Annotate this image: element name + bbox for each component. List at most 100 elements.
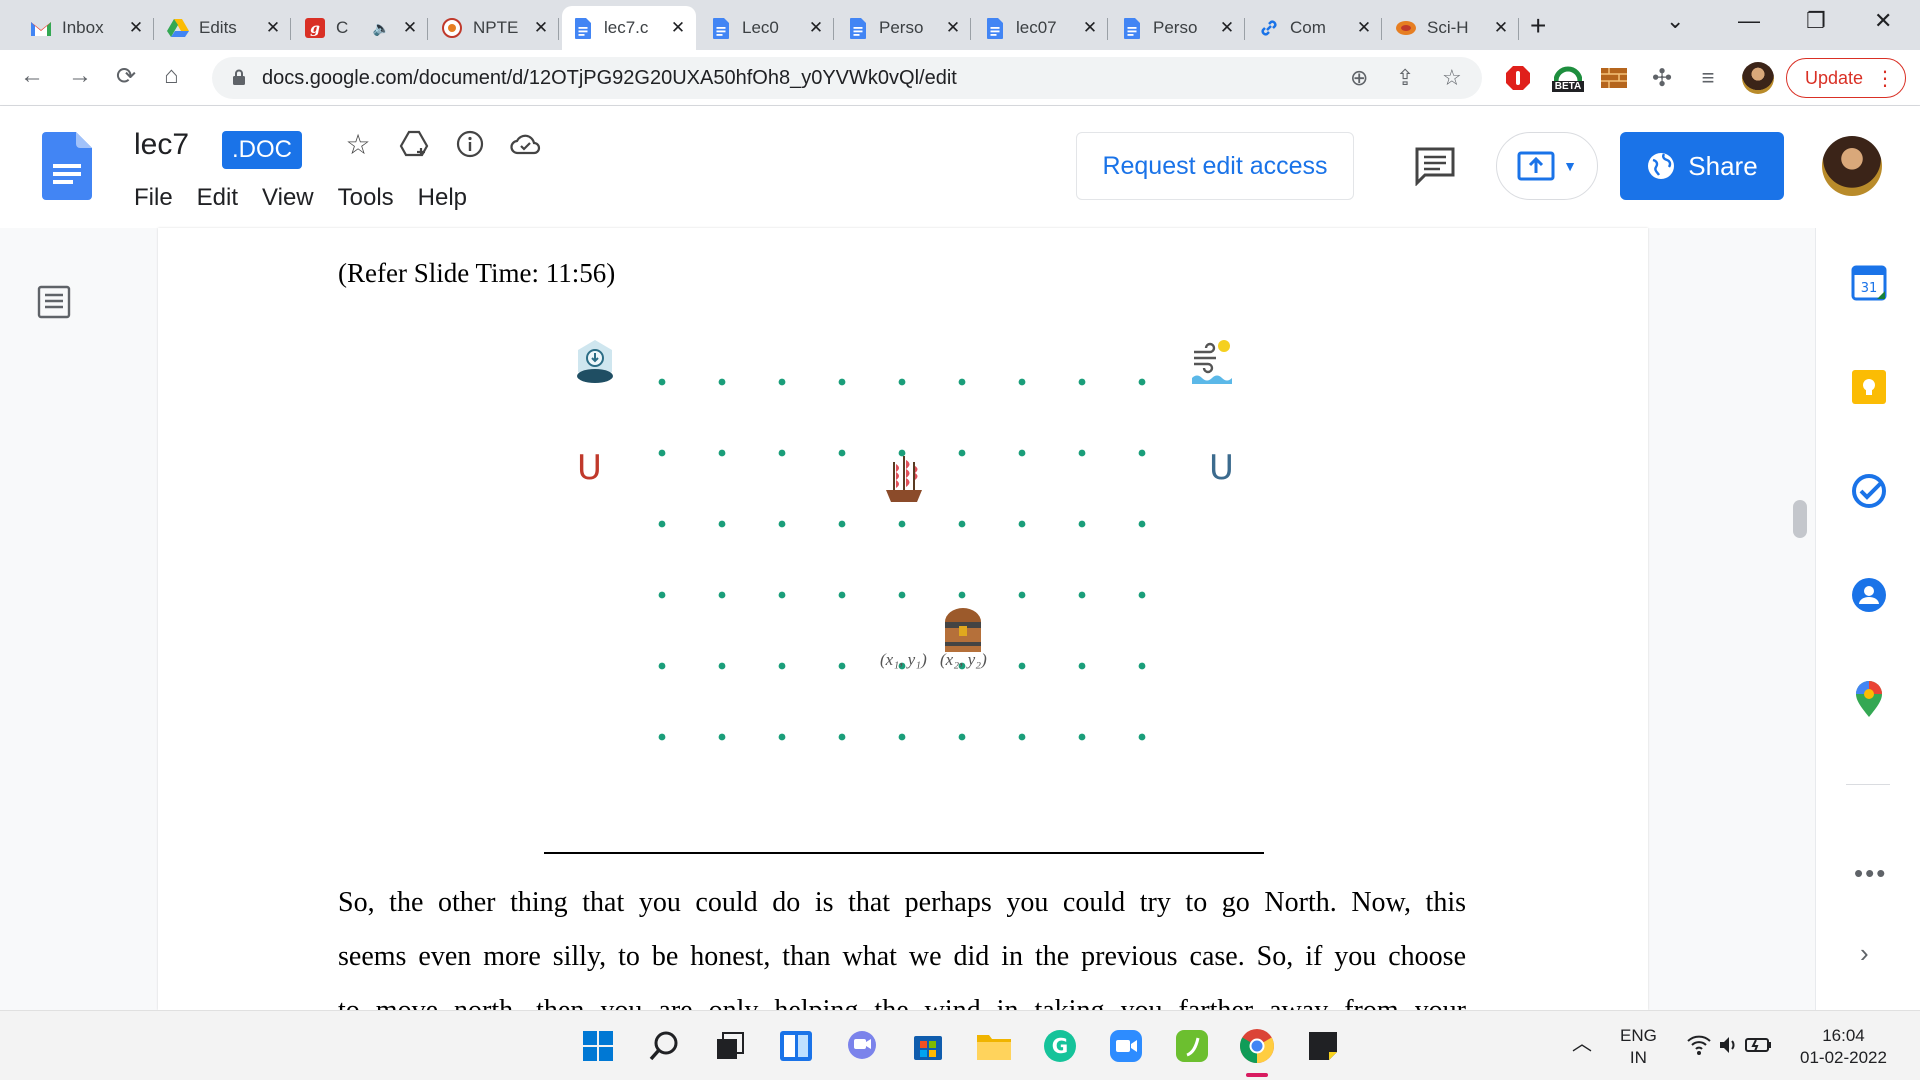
tab-title: lec7.c (604, 18, 649, 37)
request-edit-access-button[interactable]: Request edit access (1076, 132, 1354, 200)
tab-close-icon[interactable]: ✕ (806, 18, 826, 38)
share-page-icon[interactable]: ⇪ (1396, 65, 1414, 91)
grammarly-icon[interactable]: G (1042, 1028, 1078, 1064)
restore-icon[interactable]: ❐ (1806, 8, 1826, 34)
maps-icon[interactable] (1850, 680, 1888, 718)
tab-close-icon[interactable]: ✕ (531, 18, 551, 38)
language-indicator[interactable]: ENG IN (1620, 1025, 1657, 1069)
zoom-app-icon[interactable] (1108, 1028, 1144, 1064)
browser-tab-3[interactable]: g C 🔈 ✕ (294, 6, 428, 50)
home-icon[interactable]: ⌂ (164, 62, 179, 90)
menu-edit[interactable]: Edit (197, 184, 238, 212)
grid-dot (838, 520, 846, 528)
teams-chat-icon[interactable] (844, 1028, 880, 1064)
vertical-scrollbar-thumb[interactable] (1793, 500, 1807, 538)
paragraph-body[interactable]: So, the other thing that you could do is… (338, 876, 1466, 984)
browser-tab-7[interactable]: Perso ✕ (837, 6, 971, 50)
tab-close-icon[interactable]: ✕ (126, 18, 146, 38)
browser-tab-10[interactable]: Com ✕ (1248, 6, 1382, 50)
tab-close-icon[interactable]: ✕ (1354, 18, 1374, 38)
tab-close-icon[interactable]: ✕ (943, 18, 963, 38)
tasks-icon[interactable] (1850, 472, 1888, 510)
update-button[interactable]: Update ⋮ (1786, 58, 1906, 98)
menu-view[interactable]: View (262, 184, 314, 212)
cloud-status-icon[interactable] (510, 128, 542, 160)
account-avatar[interactable] (1822, 136, 1882, 196)
browser-tab-6[interactable]: Lec0 ✕ (700, 6, 834, 50)
menu-file[interactable]: File (134, 184, 173, 212)
reload-icon[interactable]: ⟳ (116, 62, 136, 91)
tab-separator (558, 18, 559, 40)
grid-dot (778, 591, 786, 599)
task-view-icon[interactable] (712, 1028, 748, 1064)
share-button[interactable]: Share (1620, 132, 1784, 200)
tab-audio-icon[interactable]: 🔈 (373, 20, 390, 37)
contacts-icon[interactable] (1850, 576, 1888, 614)
present-button[interactable]: ▼ (1496, 132, 1598, 200)
brick-extension-icon[interactable] (1598, 62, 1630, 94)
browser-tab-9[interactable]: Perso ✕ (1111, 6, 1245, 50)
document-page[interactable]: (Refer Slide Time: 11:56) U U (x₁, y₁) (… (158, 228, 1648, 1010)
new-tab-button[interactable]: + (1530, 10, 1546, 42)
browser-tab-4[interactable]: NPTE ✕ (431, 6, 559, 50)
more-addons-icon[interactable]: ••• (1854, 858, 1887, 889)
keep-icon[interactable] (1850, 368, 1888, 406)
tab-title: lec07 (1016, 18, 1057, 37)
google-docs-logo-icon[interactable] (42, 132, 92, 200)
document-canvas[interactable]: (Refer Slide Time: 11:56) U U (x₁, y₁) (… (0, 228, 1815, 1010)
side-panel: 31 ••• › (1815, 228, 1920, 1010)
expand-panel-chevron-icon[interactable]: › (1860, 938, 1869, 969)
document-title[interactable]: lec7 (134, 128, 189, 162)
search-icon[interactable] (646, 1028, 682, 1064)
bookmark-star-icon[interactable]: ☆ (1442, 65, 1462, 91)
document-outline-icon[interactable] (36, 284, 72, 320)
tab-close-icon[interactable]: ✕ (1217, 18, 1237, 38)
browser-tab-11[interactable]: Sci-H ✕ (1385, 6, 1519, 50)
profile-avatar[interactable] (1742, 62, 1774, 94)
tab-close-icon[interactable]: ✕ (1080, 18, 1100, 38)
browser-tab-1[interactable]: Inbox ✕ (20, 6, 154, 50)
tab-close-icon[interactable]: ✕ (263, 18, 283, 38)
beta-extension-icon[interactable]: BETA (1548, 62, 1588, 94)
calendar-icon[interactable]: 31 (1850, 264, 1888, 302)
browser-tab-8[interactable]: lec07 ✕ (974, 6, 1108, 50)
info-icon[interactable] (454, 128, 486, 160)
file-explorer-icon[interactable] (976, 1028, 1012, 1064)
tray-overflow-chevron-icon[interactable]: ︿ (1572, 1033, 1592, 1055)
tab-close-icon[interactable]: ✕ (400, 18, 420, 38)
chrome-icon[interactable] (1239, 1028, 1275, 1064)
close-window-icon[interactable]: ✕ (1874, 8, 1892, 34)
tab-close-icon[interactable]: ✕ (1491, 18, 1511, 38)
menu-tools[interactable]: Tools (338, 184, 394, 212)
evernote-like-icon[interactable] (1174, 1028, 1210, 1064)
address-bar[interactable]: docs.google.com/document/d/12OTjPG92G20U… (212, 57, 1482, 99)
windows-start-icon[interactable] (580, 1028, 616, 1064)
forward-icon[interactable]: → (68, 62, 92, 90)
microsoft-store-icon[interactable] (910, 1028, 946, 1064)
adblock-extension-icon[interactable] (1502, 62, 1534, 94)
nptel-icon (441, 17, 463, 39)
star-icon[interactable]: ☆ (342, 128, 374, 160)
browser-tab-5[interactable]: lec7.c ✕ (562, 6, 696, 50)
tab-search-icon[interactable]: ⌄ (1666, 8, 1684, 34)
tab-close-icon[interactable]: ✕ (668, 18, 688, 38)
widgets-icon[interactable] (778, 1028, 814, 1064)
media-queue-icon[interactable]: ≡ (1692, 62, 1724, 94)
zoom-icon[interactable]: ⊕ (1350, 65, 1368, 91)
tray-status-icons[interactable] (1686, 1033, 1776, 1063)
sticky-notes-icon[interactable] (1305, 1028, 1341, 1064)
menu-help[interactable]: Help (418, 184, 467, 212)
browser-tab-2[interactable]: Edits ✕ (157, 6, 291, 50)
update-label: Update (1805, 67, 1864, 88)
back-icon[interactable]: ← (20, 62, 44, 90)
clock[interactable]: 16:04 01-02-2022 (1800, 1025, 1887, 1069)
lecture-slide-image: U U (x₁, y₁) (x₂, y₂) (544, 314, 1264, 854)
language-code: ENG (1620, 1026, 1657, 1045)
extensions-puzzle-icon[interactable]: ✣ (1646, 62, 1678, 94)
grid-dot (718, 520, 726, 528)
comment-history-icon[interactable] (1414, 146, 1456, 186)
minimize-icon[interactable]: — (1738, 8, 1760, 34)
grid-dot (1018, 733, 1026, 741)
move-to-drive-icon[interactable] (398, 128, 430, 160)
google-docs-icon (1121, 17, 1143, 39)
